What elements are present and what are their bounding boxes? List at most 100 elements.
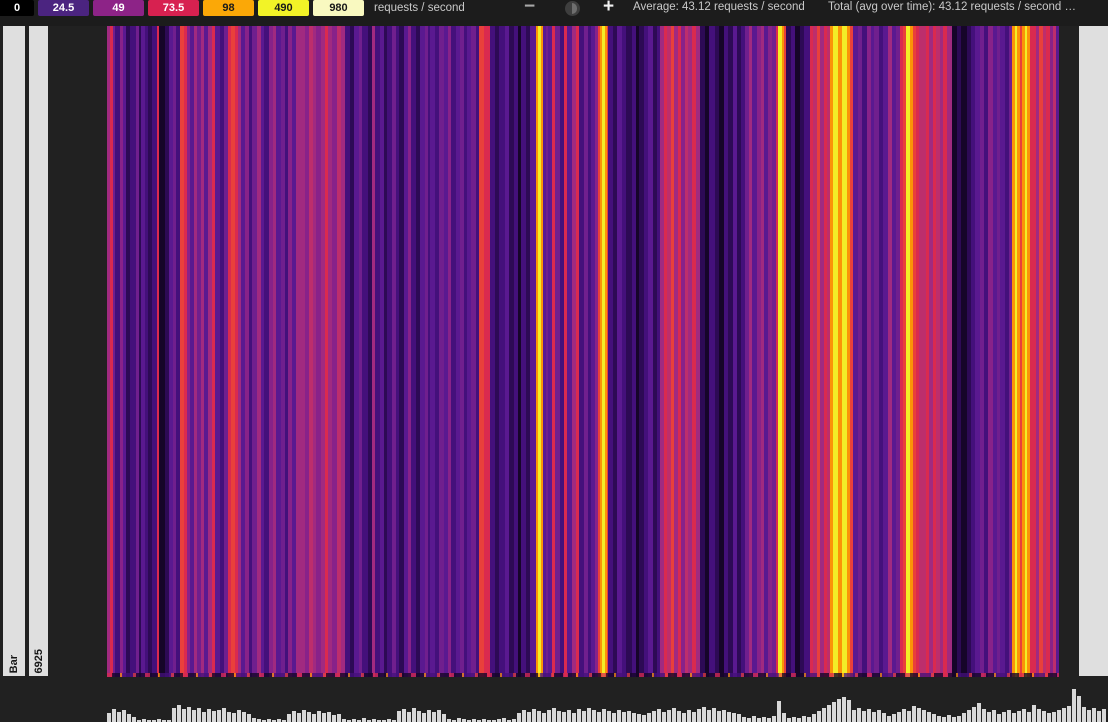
minimap-bar — [572, 713, 576, 722]
minimap-bar — [1032, 705, 1036, 722]
minimap-bar — [312, 714, 316, 722]
minimap-bar — [582, 711, 586, 722]
minimap-bar — [567, 710, 571, 722]
minimap-bar — [707, 710, 711, 722]
minimap-bar — [527, 712, 531, 722]
chart-column-6925[interactable]: 6925 — [29, 26, 48, 676]
minimap-bar — [207, 709, 211, 722]
minimap-bar — [1102, 709, 1106, 722]
minimap-bar — [202, 712, 206, 722]
minimap-bar — [412, 708, 416, 722]
minimap-bar — [302, 710, 306, 722]
minimap-bar — [782, 713, 786, 722]
minimap-bar — [962, 713, 966, 722]
minimap-bar — [457, 718, 461, 722]
zoom-in-button[interactable]: + — [603, 0, 614, 14]
minimap-bar — [802, 716, 806, 722]
minimap-bar — [827, 705, 831, 722]
minimap-bar — [657, 709, 661, 722]
minimap-bar — [437, 710, 441, 722]
chart-column-label: 6925 — [33, 649, 45, 676]
minimap-bar — [337, 714, 341, 722]
minimap-bar — [237, 710, 241, 722]
minimap-bar — [632, 713, 636, 722]
minimap-bar — [857, 708, 861, 722]
minimap-bar — [322, 713, 326, 722]
minimap-bar — [1042, 711, 1046, 722]
minimap-bar — [612, 713, 616, 722]
minimap-bar — [402, 709, 406, 722]
minimap-bar — [667, 710, 671, 722]
chart-column-label: Bar — [8, 655, 20, 676]
minimap-bar — [1092, 708, 1096, 722]
legend-threshold-box[interactable]: 490 — [258, 0, 309, 16]
minimap-bar — [247, 714, 251, 722]
minimap-bar — [122, 710, 126, 722]
minimap-bar — [1082, 707, 1086, 722]
overview-minimap[interactable] — [107, 687, 1108, 722]
minimap-bar — [362, 718, 366, 722]
minimap-bar — [682, 713, 686, 722]
minimap-bar — [622, 712, 626, 722]
minimap-bar — [627, 711, 631, 722]
total-stat: Total (avg over time): 43.12 requests / … — [828, 1, 1076, 13]
heatmap-stripe[interactable] — [1056, 26, 1059, 677]
minimap-bar — [922, 710, 926, 722]
minimap-bar — [642, 715, 646, 722]
minimap-bar — [747, 718, 751, 722]
legend-threshold-box[interactable]: 73.5 — [148, 0, 199, 16]
minimap-bar — [542, 713, 546, 722]
minimap-bar — [532, 709, 536, 722]
zoom-out-button[interactable]: − — [524, 0, 535, 14]
legend-threshold-box[interactable]: 24.5 — [38, 0, 89, 16]
minimap-bar — [1002, 712, 1006, 722]
minimap-bar — [1022, 709, 1026, 722]
minimap-bar — [132, 717, 136, 722]
minimap-bar — [607, 711, 611, 722]
minimap-bar — [192, 710, 196, 722]
chart-column-bar[interactable]: Bar — [3, 26, 25, 676]
minimap-bar — [647, 713, 651, 722]
minimap-bar — [287, 714, 291, 722]
minimap-bar — [977, 703, 981, 722]
heatmap-timeline[interactable] — [107, 26, 1059, 677]
minimap-bar — [212, 711, 216, 722]
minimap-bar — [1012, 713, 1016, 722]
minimap-bar — [787, 718, 791, 722]
unit-label: requests / second — [374, 0, 465, 16]
minimap-bar — [832, 702, 836, 722]
minimap-bar — [662, 712, 666, 722]
minimap-bar — [722, 710, 726, 722]
minimap-bar — [182, 709, 186, 722]
minimap-bar — [727, 712, 731, 722]
minimap-bar — [422, 713, 426, 722]
contrast-gear-icon[interactable] — [565, 1, 580, 16]
minimap-bar — [117, 712, 121, 722]
minimap-bar — [432, 712, 436, 722]
minimap-bar — [577, 709, 581, 722]
minimap-bar — [252, 718, 256, 722]
minimap-bar — [517, 713, 521, 722]
minimap-bar — [877, 710, 881, 722]
minimap-bar — [912, 706, 916, 722]
legend-threshold-box[interactable]: 0 — [0, 0, 34, 16]
minimap-bar — [837, 699, 841, 722]
legend-threshold-box[interactable]: 49 — [93, 0, 144, 16]
average-stat: Average: 43.12 requests / second — [633, 1, 805, 13]
minimap-bar — [987, 712, 991, 722]
minimap-bar — [982, 709, 986, 722]
minimap-bar — [842, 697, 846, 722]
minimap-bar — [1072, 689, 1076, 722]
minimap-bar — [187, 707, 191, 722]
minimap-bar — [762, 717, 766, 722]
minimap-bar — [692, 712, 696, 722]
legend-threshold-box[interactable]: 98 — [203, 0, 254, 16]
minimap-bar — [227, 712, 231, 722]
minimap-bar — [822, 708, 826, 722]
minimap-bar — [932, 714, 936, 722]
minimap-bar — [442, 714, 446, 722]
minimap-bar — [172, 708, 176, 722]
top-toolbar: 024.54973.598490980 requests / second − … — [0, 0, 1108, 26]
legend-threshold-box[interactable]: 980 — [313, 0, 364, 16]
minimap-bar — [552, 708, 556, 722]
